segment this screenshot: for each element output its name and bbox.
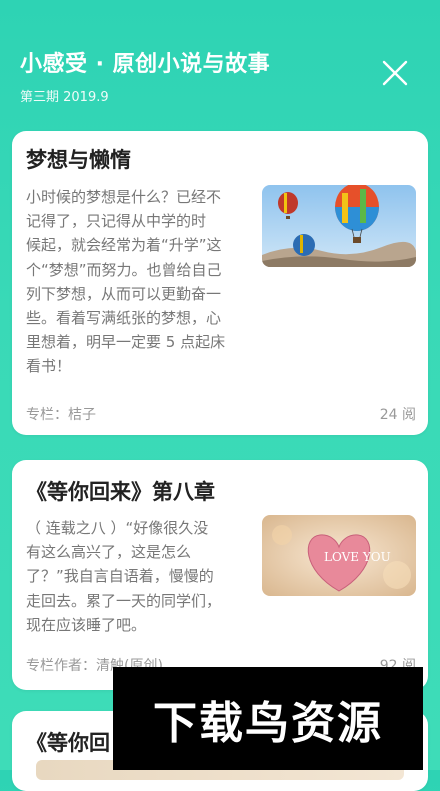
excerpt-line: 列下梦想，从而可以更勤奋一 xyxy=(26,284,222,303)
story-title: 《等你回来》第八章 xyxy=(26,480,215,504)
excerpt-line: 走回去。累了一天的同学们， xyxy=(26,591,222,610)
heart-thumbnail: LOVE YOU xyxy=(262,515,416,596)
excerpt-line: 个“梦想”而努力。也曾给自己 xyxy=(26,260,222,279)
read-count: 24 阅 xyxy=(379,407,416,423)
excerpt-line: （ 连载之八 ）“好像很久没 xyxy=(26,519,209,537)
close-icon[interactable] xyxy=(378,56,412,90)
story-title: 梦想与懒惰 xyxy=(26,148,131,172)
issue-subtitle: 第三期 2019.9 xyxy=(20,90,109,105)
excerpt-line: 看书！ xyxy=(26,357,72,376)
story-excerpt: 小时候的梦想是什么？已经不 记得了，只记得从中学的时 候起，就会经常为着“升学”… xyxy=(26,185,252,379)
excerpt-line: 些。看着写满纸张的梦想，心 xyxy=(26,309,222,328)
excerpt-line: 了？”我自言自语着，慢慢的 xyxy=(26,567,214,586)
excerpt-line: 里想着，明早一定要 5 点起床 xyxy=(26,333,226,352)
story-card-2[interactable]: 《等你回来》第八章 （ 连载之八 ）“好像很久没 有这么高兴了，这是怎么 了？”… xyxy=(12,460,428,690)
story-title: 《等你回 xyxy=(26,731,110,755)
story-excerpt: （ 连载之八 ）“好像很久没 有这么高兴了，这是怎么 了？”我自言自语着，慢慢的… xyxy=(26,516,252,637)
story-card-1[interactable]: 梦想与懒惰 小时候的梦想是什么？已经不 记得了，只记得从中学的时 候起，就会经常… xyxy=(12,131,428,435)
excerpt-line: 小时候的梦想是什么？已经不 xyxy=(26,188,222,206)
excerpt-line: 记得了，只记得从中学的时 xyxy=(26,212,207,231)
heart-text: LOVE YOU xyxy=(324,550,391,564)
header: 小感受 · 原创小说与故事 第三期 2019.9 xyxy=(0,0,440,120)
excerpt-line: 候起，就会经常为着“升学”这 xyxy=(26,236,222,255)
column-label: 专栏：桔子 xyxy=(26,407,96,423)
balloons-thumbnail xyxy=(262,185,416,267)
excerpt-line: 现在应该睡了吧。 xyxy=(26,615,147,634)
watermark-banner: 下载鸟资源 xyxy=(113,667,423,770)
page-title: 小感受 · 原创小说与故事 xyxy=(20,52,271,77)
excerpt-line: 有这么高兴了，这是怎么 xyxy=(26,543,192,562)
